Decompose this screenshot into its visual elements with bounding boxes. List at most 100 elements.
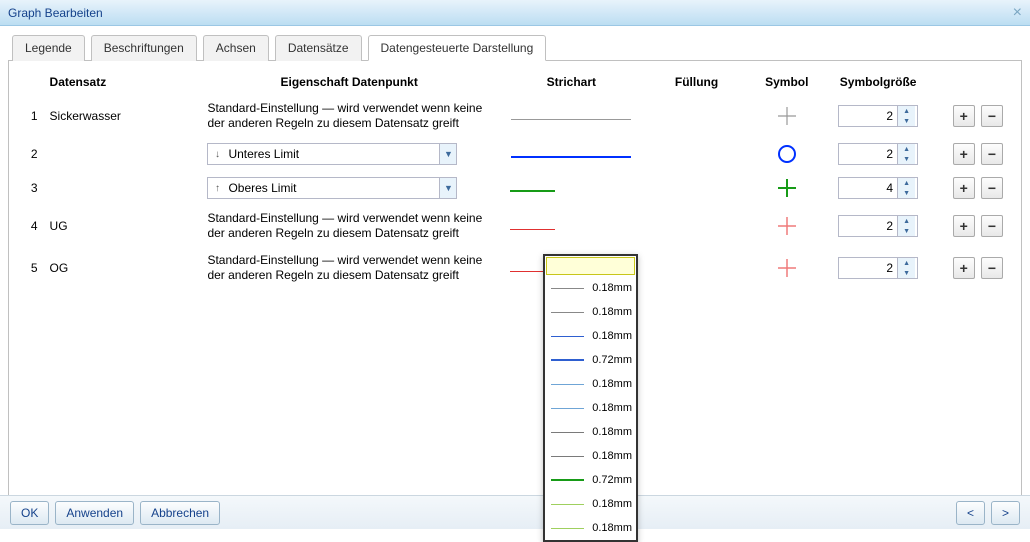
tab-datensätze[interactable]: Datensätze: [275, 35, 362, 61]
spinner-down-icon[interactable]: ▼: [898, 188, 915, 198]
add-rule-button[interactable]: +: [953, 143, 975, 165]
stroke-option[interactable]: 0.18mm: [545, 372, 636, 396]
table-row: 5 OG Standard-Einstellung — wird verwend…: [21, 251, 1009, 285]
close-icon[interactable]: ×: [1013, 4, 1022, 22]
symbol-cell[interactable]: [747, 99, 826, 133]
property-combo[interactable]: ↓ Unteres Limit ▼: [207, 143, 457, 165]
stroke-option[interactable]: 0.18mm: [545, 444, 636, 468]
tab-content: Datensatz Eigenschaft Datenpunkt Stricha…: [8, 61, 1022, 501]
stroke-option-label: 0.18mm: [592, 522, 632, 534]
spinner-up-icon[interactable]: ▲: [898, 216, 915, 226]
stroke-dropdown[interactable]: 0.18mm0.18mm0.18mm0.72mm0.18mm0.18mm0.18…: [543, 254, 638, 542]
table-row: 4 UG Standard-Einstellung — wird verwend…: [21, 209, 1009, 243]
row-index: 3: [21, 175, 44, 201]
add-rule-button[interactable]: +: [953, 257, 975, 279]
cancel-button[interactable]: Abbrechen: [140, 501, 220, 525]
symbol-size-spinner[interactable]: ▲ ▼: [838, 105, 918, 127]
table-row: 3 ↑ Oberes Limit ▼ ▲ ▼ + −: [21, 175, 1009, 201]
symbol-size-spinner[interactable]: ▲ ▼: [838, 143, 918, 165]
tab-legende[interactable]: Legende: [12, 35, 85, 61]
spinner-down-icon[interactable]: ▼: [898, 226, 915, 236]
stroke-option[interactable]: 0.72mm: [545, 468, 636, 492]
col-eigenschaft: Eigenschaft Datenpunkt: [201, 71, 496, 99]
ok-button[interactable]: OK: [10, 501, 49, 525]
prev-button[interactable]: <: [956, 501, 985, 525]
symbol-size-spinner[interactable]: ▲ ▼: [838, 257, 918, 279]
add-rule-button[interactable]: +: [953, 105, 975, 127]
remove-rule-button[interactable]: −: [981, 177, 1003, 199]
symbol-size-spinner[interactable]: ▲ ▼: [838, 177, 918, 199]
stroke-preview-icon: [551, 504, 584, 505]
remove-rule-button[interactable]: −: [981, 105, 1003, 127]
dataset-name: [44, 175, 202, 201]
add-rule-button[interactable]: +: [953, 177, 975, 199]
symbol-size-input[interactable]: [839, 106, 897, 126]
remove-rule-button[interactable]: −: [981, 143, 1003, 165]
stroke-cell[interactable]: [497, 99, 646, 133]
tab-achsen[interactable]: Achsen: [203, 35, 269, 61]
stroke-option[interactable]: 0.72mm: [545, 348, 636, 372]
spinner-up-icon[interactable]: ▲: [898, 178, 915, 188]
property-default-text: Standard-Einstellung — wird verwendet we…: [201, 251, 496, 285]
symbol-size-input[interactable]: [839, 216, 897, 236]
next-button[interactable]: >: [991, 501, 1020, 525]
col-symbol: Symbol: [747, 71, 826, 99]
dropdown-filter-input[interactable]: [546, 257, 635, 275]
symbol-size-spinner[interactable]: ▲ ▼: [838, 215, 918, 237]
fill-cell[interactable]: [646, 175, 748, 201]
stroke-option-label: 0.18mm: [592, 402, 632, 414]
apply-button[interactable]: Anwenden: [55, 501, 134, 525]
remove-rule-button[interactable]: −: [981, 215, 1003, 237]
stroke-option-label: 0.72mm: [592, 354, 632, 366]
stroke-option[interactable]: 0.18mm: [545, 324, 636, 348]
col-fuellung: Füllung: [646, 71, 748, 99]
stroke-option[interactable]: 0.18mm: [545, 396, 636, 420]
property-combo-label: Oberes Limit: [226, 181, 439, 196]
symbol-cell[interactable]: [747, 175, 826, 201]
chevron-down-icon: ▼: [439, 144, 456, 164]
fill-cell[interactable]: [646, 99, 748, 133]
spinner-up-icon[interactable]: ▲: [898, 258, 915, 268]
tab-datengesteuerte-darstellung[interactable]: Datengesteuerte Darstellung: [368, 35, 547, 61]
stroke-cell[interactable]: [497, 209, 646, 243]
row-index: 4: [21, 209, 44, 243]
spinner-up-icon[interactable]: ▲: [898, 144, 915, 154]
stroke-cell[interactable]: [497, 141, 646, 167]
stroke-option-label: 0.18mm: [592, 282, 632, 294]
symbol-cell[interactable]: [747, 251, 826, 285]
remove-rule-button[interactable]: −: [981, 257, 1003, 279]
stroke-option[interactable]: 0.18mm: [545, 300, 636, 324]
property-combo[interactable]: ↑ Oberes Limit ▼: [207, 177, 457, 199]
stroke-preview-icon: [551, 359, 584, 361]
tab-beschriftungen[interactable]: Beschriftungen: [91, 35, 197, 61]
stroke-option[interactable]: 0.18mm: [545, 516, 636, 540]
symbol-size-input[interactable]: [839, 258, 897, 278]
fill-cell[interactable]: [646, 251, 748, 285]
symbol-size-input[interactable]: [839, 178, 897, 198]
add-rule-button[interactable]: +: [953, 215, 975, 237]
spinner-down-icon[interactable]: ▼: [898, 116, 915, 126]
fill-cell[interactable]: [646, 209, 748, 243]
spinner-up-icon[interactable]: ▲: [898, 106, 915, 116]
stroke-option-label: 0.18mm: [592, 426, 632, 438]
spinner-down-icon[interactable]: ▼: [898, 268, 915, 278]
rules-table: Datensatz Eigenschaft Datenpunkt Stricha…: [21, 71, 1009, 293]
stroke-option[interactable]: 0.18mm: [545, 492, 636, 516]
row-index: 5: [21, 251, 44, 285]
symbol-cell[interactable]: [747, 209, 826, 243]
window-titlebar: Graph Bearbeiten ×: [0, 0, 1030, 26]
stroke-cell[interactable]: [497, 175, 646, 201]
col-datensatz: Datensatz: [44, 71, 202, 99]
row-index: 2: [21, 141, 44, 167]
stroke-option[interactable]: 0.18mm: [545, 420, 636, 444]
symbol-size-input[interactable]: [839, 144, 897, 164]
stroke-option[interactable]: 0.18mm: [545, 276, 636, 300]
stroke-preview-icon: [551, 479, 584, 481]
row-index: 1: [21, 99, 44, 133]
symbol-cell[interactable]: [747, 141, 826, 167]
stroke-option-label: 0.72mm: [592, 474, 632, 486]
spinner-down-icon[interactable]: ▼: [898, 154, 915, 164]
stroke-preview-icon: [551, 384, 584, 385]
stroke-option-label: 0.18mm: [592, 378, 632, 390]
fill-cell[interactable]: [646, 141, 748, 167]
